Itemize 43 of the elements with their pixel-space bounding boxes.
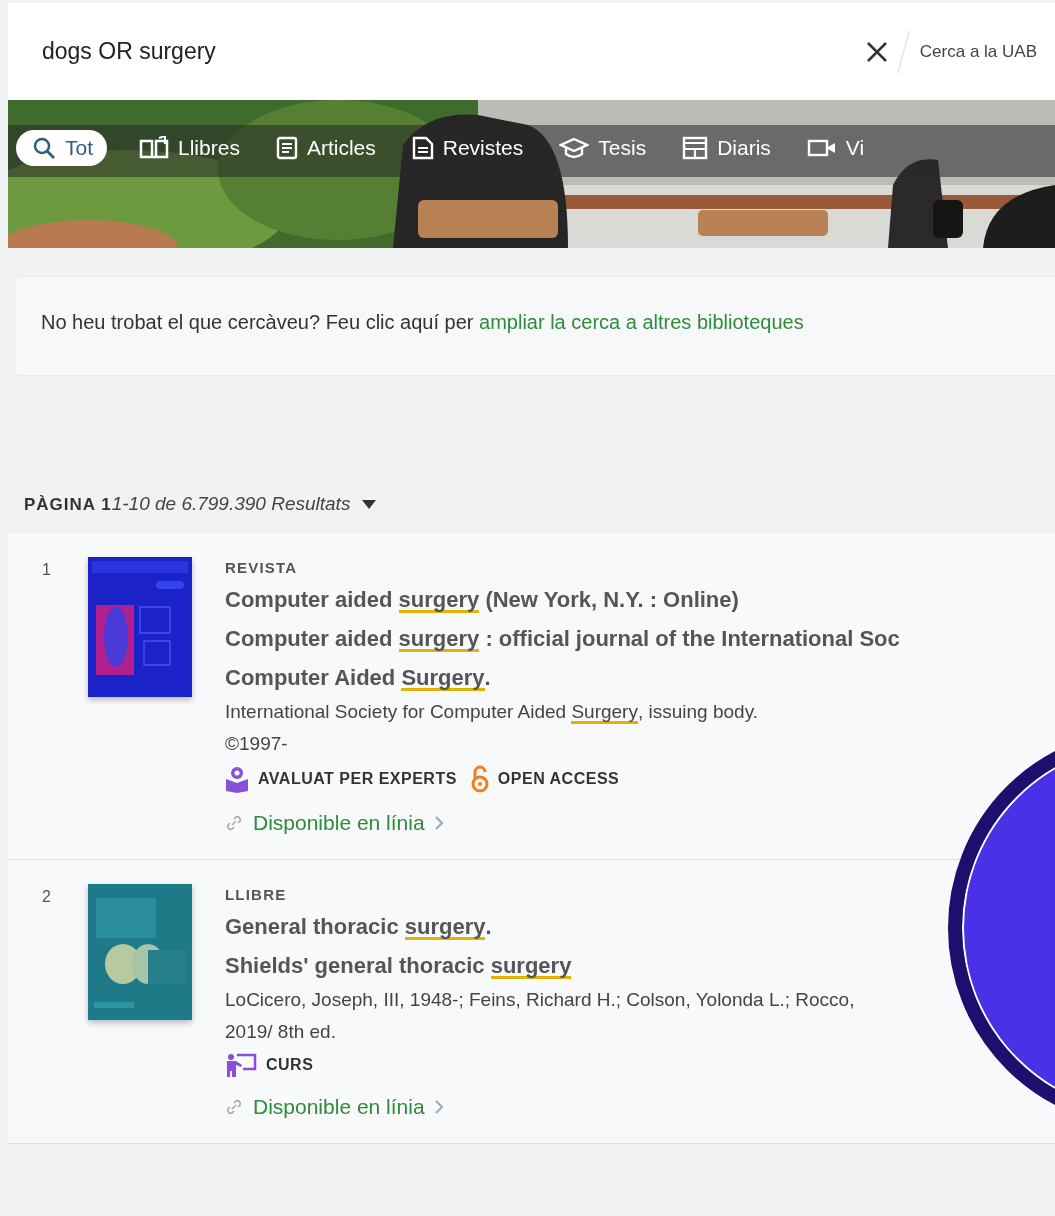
search-icon <box>32 136 56 160</box>
publication-date: 2019/ 8th ed. <box>225 1020 337 1044</box>
search-field[interactable]: dogs OR surgery <box>40 37 861 66</box>
notice-text: No heu trobat el que cercàveu? Feu clic aquí per ampliar la cerca a altres biblioteques <box>40 310 805 334</box>
result-title[interactable]: Computer aided surgery : official journal of the International Soc <box>225 619 900 658</box>
category-tab[interactable]: Tesis <box>555 130 651 166</box>
category-tab[interactable]: Revistes <box>407 130 528 166</box>
link-icon <box>225 814 243 832</box>
category-tab[interactable]: Diaris <box>678 130 775 166</box>
caret-icon[interactable] <box>362 499 377 509</box>
badge-label: OPEN ACCESS <box>497 770 620 788</box>
expand-search-link[interactable]: ampliar la cerca a altres biblioteques <box>479 311 804 333</box>
badge-label: CURS <box>266 1056 314 1074</box>
mortarboard-icon <box>559 136 590 160</box>
badge-label: AVALUAT PER EXPERTS <box>258 770 457 788</box>
availability-link[interactable]: Disponible en línia <box>253 1095 425 1119</box>
book-icon <box>139 136 169 160</box>
result-title[interactable]: General thoracic surgery. <box>225 907 492 946</box>
newspaper-icon <box>682 136 709 160</box>
result-title[interactable]: Shields' general thoracic surgery <box>225 946 572 985</box>
link-icon <box>225 1098 243 1116</box>
search-scope[interactable]: Cerca a la UAB <box>919 41 1037 62</box>
availability-link[interactable]: Disponible en línia <box>253 811 425 835</box>
document-icon <box>411 136 434 160</box>
close-icon <box>864 39 889 64</box>
publication-date: ©1997- <box>225 732 289 756</box>
author-line: LoCicero, Joseph, III, 1948-; Feins, Richard H.; Colson, Yolonda L.; Rocco, <box>225 988 855 1012</box>
result-title[interactable]: Computer Aided Surgery. <box>225 658 491 697</box>
resource-type: LLIBRE <box>225 886 288 903</box>
resource-type: REVISTA <box>225 559 299 576</box>
results-count: PÀGINA 11-10 de 6.799.390 Resultats <box>24 493 351 515</box>
category-tab[interactable]: Vi <box>802 130 869 166</box>
reader-icon <box>225 765 249 793</box>
teacher-icon <box>225 1053 257 1077</box>
category-tab[interactable]: Llibres <box>135 130 244 166</box>
category-tab[interactable]: Articles <box>271 130 380 166</box>
author-line: International Society for Computer Aided Surgery, issuing body. <box>225 700 758 726</box>
category-tab[interactable]: Tot <box>16 130 107 166</box>
result-number: 2 <box>41 887 52 907</box>
open-lock-icon <box>470 765 489 793</box>
document-icon <box>275 136 298 160</box>
result-number: 1 <box>41 560 52 580</box>
result-title[interactable]: Computer aided surgery (New York, N.Y. : Online) <box>225 580 739 619</box>
